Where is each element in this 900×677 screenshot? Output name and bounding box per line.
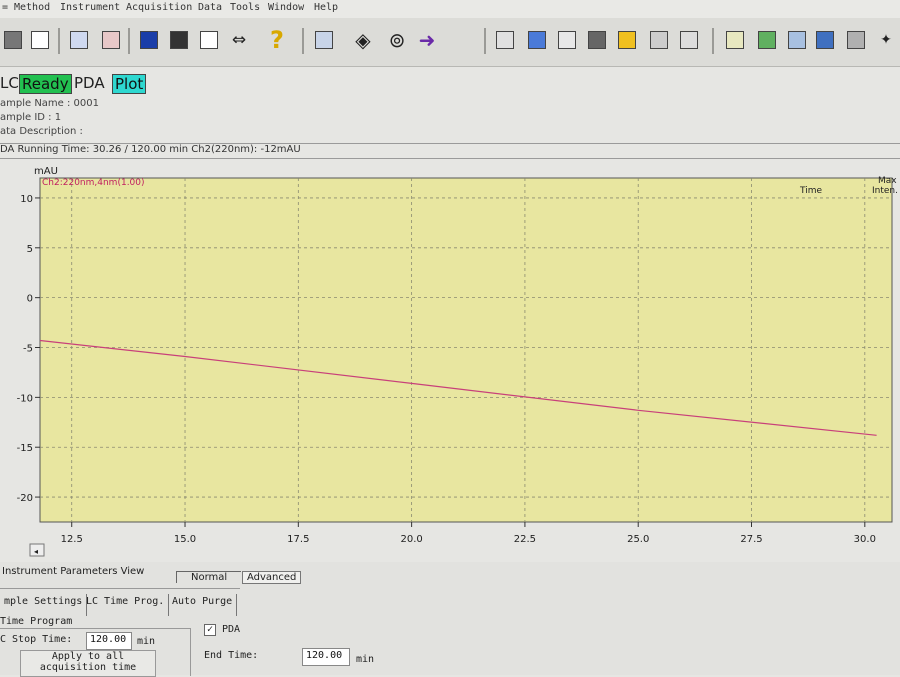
toolbar-separator [302, 28, 304, 54]
toolbar-separator [58, 28, 60, 54]
y-tick-label: -10 [17, 393, 33, 404]
lamp-icon[interactable] [614, 26, 640, 54]
time-column-label: Time [799, 186, 822, 196]
toolbar-separator [712, 28, 714, 54]
tab-auto-purge[interactable]: Auto Purge [168, 594, 238, 616]
pda-check-label: PDA [222, 624, 241, 635]
running-time-line: DA Running Time: 30.26 / 120.00 min Ch2(… [0, 143, 900, 159]
tab-sample-settings[interactable]: mple Settings [0, 594, 88, 616]
view-layout-2-icon[interactable] [166, 26, 192, 54]
detector-icon[interactable] [584, 26, 610, 54]
calibration-icon[interactable] [754, 26, 780, 54]
end-time-unit: min [356, 654, 375, 665]
normal-radio[interactable]: Normal [176, 571, 242, 583]
menu-help[interactable]: Help [314, 2, 338, 13]
parameters-panel: Instrument Parameters View Normal Advanc… [0, 562, 900, 677]
x-tick-label: 25.0 [627, 534, 649, 545]
print-icon[interactable] [2, 26, 24, 54]
params-view-title: Instrument Parameters View [2, 566, 145, 577]
split-arrows-icon[interactable]: ⇔ [226, 26, 252, 54]
ready-status-badge: Ready [19, 74, 72, 94]
plot-area [39, 177, 893, 523]
plot-status-badge[interactable]: Plot [112, 74, 147, 94]
menu-tools[interactable]: Tools [230, 2, 260, 13]
x-tick-label: 15.0 [174, 534, 196, 545]
max-label: Max [878, 176, 897, 186]
door-icon[interactable] [846, 26, 866, 54]
tab-lc-time-prog[interactable]: LC Time Prog. [82, 594, 170, 616]
x-tick-label: 27.5 [740, 534, 762, 545]
end-time-label: End Time: [204, 650, 259, 661]
status-row: LC Ready PDA Plot [0, 70, 900, 96]
end-time-field[interactable]: 120.00 [302, 648, 350, 666]
menu-acquisition[interactable]: Acquisition [126, 2, 192, 13]
y-tick-label: 0 [27, 294, 33, 305]
stop-time-label: C Stop Time: [0, 634, 73, 645]
connection-icon[interactable] [812, 26, 838, 54]
y-tick-label: 5 [27, 244, 33, 255]
lc-status-label: LC [0, 74, 19, 92]
y-axis-label: mAU [34, 166, 58, 177]
edit-method-icon[interactable] [310, 26, 338, 54]
tab-divider [0, 588, 240, 589]
sample-login-icon[interactable] [66, 26, 92, 54]
x-tick-label: 12.5 [61, 534, 83, 545]
menu-bar: = Method Instrument Acquisition Data Too… [0, 0, 900, 18]
time-program-label: Time Program [0, 616, 73, 627]
menu-data[interactable]: Data [198, 2, 222, 13]
channel-label: Ch2:220nm,4nm(1.00) [42, 178, 145, 188]
pda-status-label: PDA [74, 74, 105, 92]
window-icon[interactable] [196, 26, 222, 54]
next-arrow-icon[interactable]: ➜ [414, 26, 440, 54]
menu-method[interactable]: Method [14, 2, 50, 13]
autosampler-icon[interactable] [676, 26, 702, 54]
column-oven-icon[interactable] [646, 26, 672, 54]
scroll-left-icon: ◂ [34, 547, 38, 556]
pda-checkbox[interactable]: ✓ [204, 624, 216, 636]
report-icon[interactable] [722, 26, 748, 54]
help-icon[interactable]: ? [262, 26, 292, 54]
print-preview-icon[interactable] [28, 26, 52, 54]
advanced-button[interactable]: Advanced [242, 571, 302, 584]
x-tick-label: 22.5 [514, 534, 536, 545]
inten-label: Inten. [872, 186, 898, 196]
y-tick-label: -5 [23, 344, 33, 355]
sample-id: ample ID : 1 [0, 112, 62, 123]
toolbar-separator [484, 28, 486, 54]
start-diamond-icon[interactable]: ◈ [348, 26, 378, 54]
menu-edge-glyph: = [2, 2, 9, 13]
x-tick-label: 30.0 [854, 534, 876, 545]
pump-icon[interactable] [524, 26, 550, 54]
view-layout-1-icon[interactable] [136, 26, 162, 54]
x-tick-label: 17.5 [287, 534, 309, 545]
y-tick-label: -15 [17, 443, 33, 454]
toolbar-separator [128, 28, 130, 54]
toolbar: ⇔ ? ◈ ⊚ ➜ ✦ [0, 18, 900, 67]
x-tick-label: 20.0 [400, 534, 422, 545]
pin-icon[interactable]: ✦ [872, 26, 900, 54]
data-analysis-icon[interactable] [492, 26, 518, 54]
stop-time-unit: min [137, 636, 156, 647]
y-tick-label: -20 [17, 493, 33, 504]
batch-login-icon[interactable] [98, 26, 124, 54]
y-tick-label: 10 [20, 194, 33, 205]
chromatogram-svg: 12.5 15.0 17.5 20.0 22.5 25.0 27.5 30.0 10 5 0 -5 -1… [17, 166, 898, 557]
chromatogram-chart[interactable]: 12.5 15.0 17.5 20.0 22.5 25.0 27.5 30.0 10 5 0 -5 -1… [0, 160, 900, 560]
sample-name: ample Name : 0001 [0, 98, 100, 109]
data-description: ata Description : [0, 126, 83, 137]
menu-window[interactable]: Window [268, 2, 304, 13]
apply-line-2: acquisition time [39, 662, 137, 673]
menu-instrument[interactable]: Instrument [60, 2, 120, 13]
stop-icon[interactable]: ⊚ [382, 26, 412, 54]
apply-line-1: Apply to all [51, 651, 125, 662]
purge-icon[interactable] [554, 26, 580, 54]
stop-time-field[interactable]: 120.00 [86, 632, 132, 650]
apply-to-all-button[interactable]: Apply to all acquisition time [20, 650, 156, 677]
wizard-icon[interactable] [784, 26, 810, 54]
